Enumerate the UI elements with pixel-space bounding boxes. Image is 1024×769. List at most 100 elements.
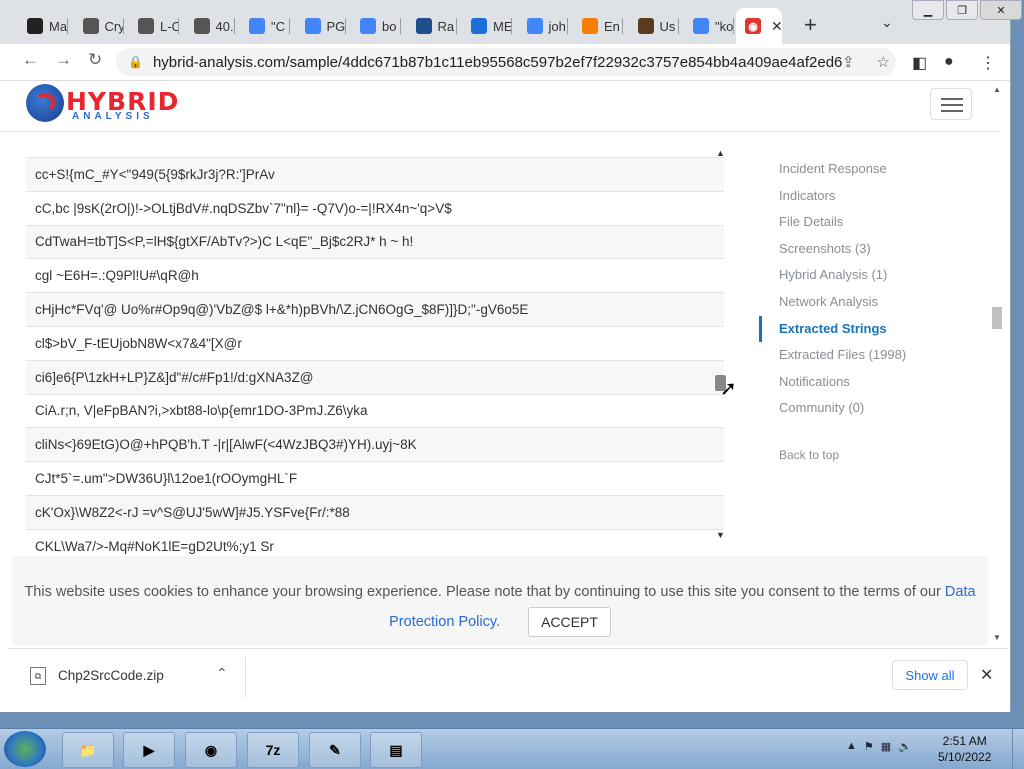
cookie-banner: This website uses cookies to enhance you… — [12, 556, 988, 646]
notepad-plus-icon[interactable]: ✎ — [309, 732, 361, 768]
table-row: cliNs<}69EtG)O@+hPQB'h.T -|r|[AlwF(<4WzJ… — [26, 428, 724, 463]
tab-6[interactable]: PG — [296, 8, 346, 44]
tab-active[interactable]: ◉ ✕ — [736, 8, 782, 44]
nav-indicators[interactable]: Indicators — [759, 183, 979, 210]
zip-file-icon[interactable]: ⧉ — [30, 667, 46, 685]
tab-separator — [677, 18, 679, 34]
scroll-up-arrow-icon[interactable]: ▲ — [716, 148, 725, 158]
chrome-icon[interactable]: ◉ — [185, 732, 237, 768]
close-window-button[interactable]: ✕ — [980, 0, 1022, 20]
tab-separator — [344, 18, 346, 34]
tab-13[interactable]: "ko — [684, 8, 734, 44]
page-scrollbar-thumb[interactable] — [992, 307, 1002, 329]
tab-search-chevron-icon[interactable]: ⌄ — [881, 14, 893, 31]
lock-icon: 🔒 — [128, 55, 143, 69]
start-button[interactable] — [4, 731, 46, 767]
show-all-downloads-button[interactable]: Show all — [892, 660, 968, 690]
table-row: CKL\Wa7/>-Mq#NoK1lE=gD2Ut%;y1 Sr — [26, 530, 724, 554]
tab-12[interactable]: Us — [629, 8, 679, 44]
window-controls: ▁ ❐ ✕ — [912, 0, 1024, 20]
google-icon — [304, 18, 321, 34]
menu-kebab-icon[interactable]: ⋮ — [980, 53, 996, 73]
browser-window: Ma Cry L-C 40. "C PG bo Ra ME joh En Us "ko ◉ ✕ + ⌄ … — [0, 0, 1022, 712]
tab-3[interactable]: L-C — [129, 8, 179, 44]
nav-hybrid-analysis[interactable]: Hybrid Analysis (1) — [759, 262, 979, 289]
strings-scrollbar[interactable]: ▲ ▼ — [714, 146, 728, 541]
7zip-icon[interactable]: 7z — [247, 732, 299, 768]
table-row: cHjHc*FVq'@ Uo%r#Op9q@)'VbZ@$ l+&*h)pBVh… — [26, 293, 724, 327]
tab-2[interactable]: Cry — [74, 8, 124, 44]
file-explorer-icon[interactable]: 📁 — [62, 732, 114, 768]
tab-separator — [622, 18, 623, 34]
page-scrollbar[interactable]: ▲ ▼ — [990, 81, 1004, 646]
table-row: ci6]e6{P\1zkH+LP}Z&]d"#/c#Fp1!/d:gXNA3Z@ — [26, 360, 724, 395]
tab-7[interactable]: bo — [351, 8, 401, 44]
page-scroll-up-icon[interactable]: ▲ — [993, 85, 1001, 94]
hamburger-menu-button[interactable] — [930, 88, 972, 120]
nav-network-analysis[interactable]: Network Analysis — [759, 289, 979, 316]
nav-incident-response[interactable]: Incident Response — [759, 156, 979, 183]
volume-icon[interactable]: 🔈 — [898, 740, 912, 753]
new-tab-button[interactable]: + — [804, 12, 817, 38]
back-to-top-link[interactable]: Back to top — [759, 442, 979, 469]
tab-10[interactable]: joh — [518, 8, 568, 44]
tab-label: joh — [548, 18, 566, 34]
network-icon[interactable]: ▦ — [881, 740, 891, 753]
nav-screenshots[interactable]: Screenshots (3) — [759, 236, 979, 263]
close-tab-icon[interactable]: ✕ — [771, 18, 782, 35]
reload-icon[interactable]: ↻ — [88, 50, 102, 70]
hybrid-analysis-logo-icon[interactable] — [26, 84, 64, 122]
tab-9[interactable]: ME — [462, 8, 512, 44]
windows-taskbar: 📁 ▶ ◉ 7z ✎ ▤ ▲ ⚑ ▦ 🔈 2:51 AM 5/10/2022 — [0, 728, 1024, 769]
page-scroll-down-icon[interactable]: ▼ — [993, 633, 1001, 642]
show-desktop-button[interactable] — [1012, 729, 1024, 769]
back-arrow-icon[interactable]: ← — [22, 50, 39, 70]
table-row: cC,bc |9sK(2rO|)!->OLtjBdV#.nqDSZbv`7"nl… — [26, 192, 724, 226]
nav-file-details[interactable]: File Details — [759, 209, 979, 236]
tab-1[interactable]: Ma — [18, 8, 68, 44]
tab-label: Us — [659, 18, 676, 34]
tab-separator — [455, 18, 457, 34]
strings-list[interactable]: cc+S!{mC_#Y<"949(5{9$rkJr3j?R:']PrAv cC,… — [26, 132, 724, 554]
google-icon — [526, 18, 543, 34]
media-player-icon[interactable]: ▶ — [123, 732, 175, 768]
url-text[interactable]: hybrid-analysis.com/sample/4ddc671b87b1c… — [153, 54, 843, 71]
clock[interactable]: 2:51 AM 5/10/2022 — [938, 733, 991, 765]
table-row — [26, 132, 724, 158]
accept-cookies-button[interactable]: ACCEPT — [528, 607, 611, 637]
nav-notifications[interactable]: Notifications — [759, 369, 979, 396]
tab-11[interactable]: En — [573, 8, 623, 44]
side-panel-icon[interactable]: ◧ — [912, 53, 927, 73]
forward-arrow-icon[interactable]: → — [55, 50, 72, 70]
tab-separator — [289, 18, 290, 34]
address-bar[interactable]: 🔒 hybrid-analysis.com/sample/4ddc671b87b… — [116, 48, 896, 76]
tab-5[interactable]: "C — [240, 8, 290, 44]
tab-8[interactable]: Ra — [407, 8, 457, 44]
profile-avatar-icon[interactable]: ● — [944, 53, 954, 71]
google-icon — [360, 18, 376, 34]
tab-separator — [400, 18, 401, 34]
chevron-up-icon[interactable]: ⌃ — [216, 665, 228, 682]
extracted-strings-panel: cc+S!{mC_#Y<"949(5{9$rkJr3j?R:']PrAv cC,… — [12, 132, 988, 554]
tab-label: bo — [382, 18, 397, 34]
nav-extracted-strings[interactable]: Extracted Strings — [759, 315, 979, 343]
download-file-name[interactable]: Chp2SrcCode.zip — [58, 668, 164, 683]
nav-community[interactable]: Community (0) — [759, 395, 979, 422]
tab-4[interactable]: 40. — [185, 8, 235, 44]
notepad-icon[interactable]: ▤ — [370, 732, 422, 768]
clock-time: 2:51 AM — [942, 734, 987, 748]
minimize-button[interactable]: ▁ — [912, 0, 944, 20]
table-row: cl$>bV_F-tEUjobN8W<x7&4"[X@r — [26, 327, 724, 361]
close-download-bar-icon[interactable]: ✕ — [980, 665, 993, 685]
maximize-button[interactable]: ❐ — [946, 0, 978, 20]
browser-toolbar: ← → ↻ 🔒 hybrid-analysis.com/sample/4ddc6… — [0, 44, 1010, 81]
scroll-down-arrow-icon[interactable]: ▼ — [716, 530, 725, 540]
section-nav: Incident Response Indicators File Detail… — [759, 156, 979, 469]
share-icon[interactable]: ⇪ — [842, 53, 855, 71]
nav-extracted-files[interactable]: Extracted Files (1998) — [759, 342, 979, 369]
divider — [245, 657, 246, 697]
tray-expand-icon[interactable]: ▲ — [846, 740, 857, 753]
bookmark-star-icon[interactable]: ☆ — [877, 53, 890, 71]
tab-separator — [67, 18, 68, 34]
flag-icon[interactable]: ⚑ — [864, 740, 874, 753]
